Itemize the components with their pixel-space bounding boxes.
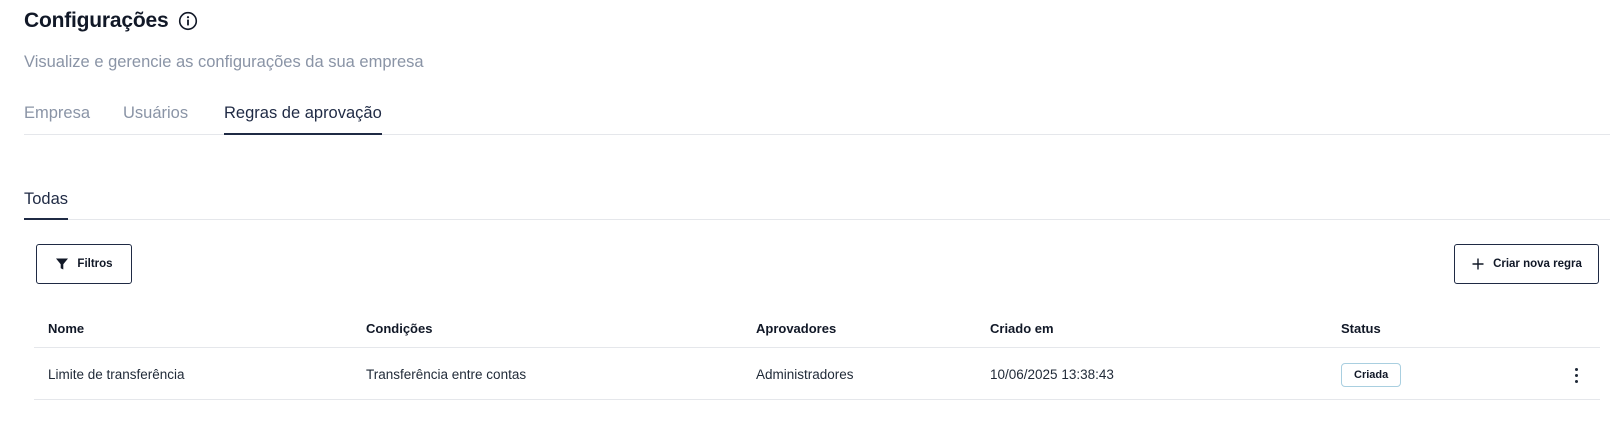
cell-name: Limite de transferência — [48, 367, 185, 382]
filter-icon — [55, 257, 69, 271]
more-options-dot — [1574, 373, 1578, 377]
page-subtitle: Visualize e gerencie as configurações da… — [24, 53, 424, 71]
column-header-status: Status — [1341, 321, 1381, 336]
rules-table: Nome Condições Aprovadores Criado em Sta… — [34, 308, 1600, 400]
column-header-criado-em: Criado em — [990, 321, 1054, 336]
cell-conditions: Transferência entre contas — [366, 367, 527, 382]
info-icon[interactable] — [178, 11, 198, 31]
tab-regras-de-aprovacao[interactable]: Regras de aprovação — [224, 104, 382, 135]
tab-empresa[interactable]: Empresa — [24, 104, 90, 135]
more-options-dot — [1574, 379, 1578, 383]
cell-approvers: Administradores — [756, 367, 854, 382]
cell-created-at: 10/06/2025 13:38:43 — [990, 367, 1114, 382]
column-header-nome: Nome — [48, 321, 85, 336]
more-options-dot — [1574, 367, 1578, 371]
column-header-aprovadores: Aprovadores — [756, 321, 837, 336]
subtab-todas[interactable]: Todas — [24, 190, 69, 220]
filter-button[interactable]: Filtros — [36, 244, 132, 284]
create-rule-button-label: Criar nova regra — [1493, 258, 1582, 270]
more-options-icon[interactable] — [1566, 363, 1586, 387]
status-badge: Criada — [1341, 363, 1402, 387]
settings-tabs: Empresa Usuários Regras de aprovação — [24, 104, 1610, 135]
tab-usuarios[interactable]: Usuários — [123, 104, 188, 135]
title-row: Configurações — [24, 9, 198, 33]
filter-button-label: Filtros — [77, 258, 113, 270]
table-header: Nome Condições Aprovadores Criado em Sta… — [34, 308, 1600, 348]
create-rule-button[interactable]: Criar nova regra — [1454, 244, 1599, 284]
plus-icon — [1471, 257, 1485, 271]
rules-subtabs: Todas — [24, 190, 1610, 220]
settings-page: Configurações Visualize e gerencie as co… — [0, 0, 1622, 426]
page-title: Configurações — [24, 9, 169, 32]
column-header-condicoes: Condições — [366, 321, 433, 336]
table-row[interactable]: Limite de transferência Transferência en… — [34, 348, 1600, 400]
